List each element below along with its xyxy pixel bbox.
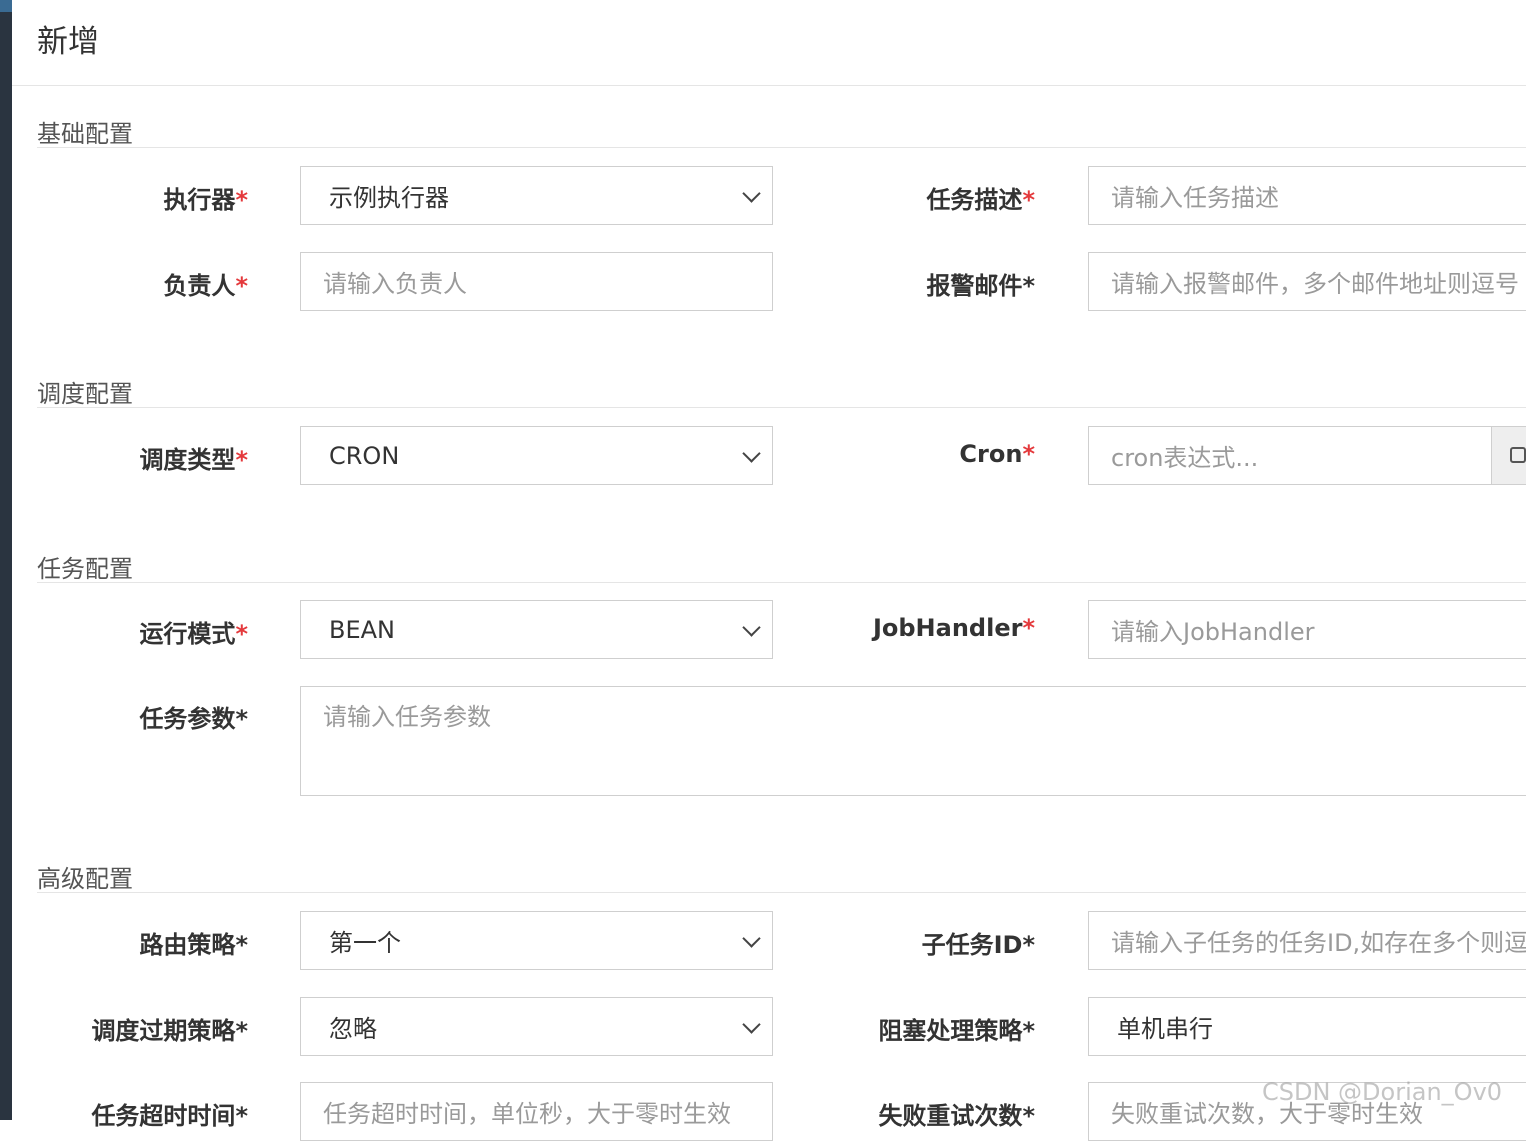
alarm-email-label: 报警邮件*	[926, 272, 1035, 300]
timeout-input[interactable]: 任务超时时间，单位秒，大于零时生效	[300, 1082, 773, 1141]
author-input[interactable]: 请输入负责人	[300, 252, 773, 311]
alarm-email-input[interactable]: 请输入报警邮件，多个邮件地址则逗号	[1088, 252, 1526, 311]
block-strategy-label: 阻塞处理策略*	[878, 1017, 1035, 1045]
job-handler-label: JobHandler*	[872, 614, 1035, 642]
section-basic-divider	[37, 147, 1526, 148]
section-task-title: 任务配置	[37, 555, 133, 583]
section-basic-title: 基础配置	[37, 120, 133, 148]
chevron-down-icon	[742, 928, 761, 948]
cron-input[interactable]: cron表达式...	[1088, 426, 1492, 485]
job-handler-input[interactable]: 请输入JobHandler	[1088, 600, 1526, 659]
job-desc-input[interactable]: 请输入任务描述	[1088, 166, 1526, 225]
job-param-textarea[interactable]: 请输入任务参数	[300, 686, 1526, 796]
add-job-dialog: 新增 基础配置 执行器* 示例执行器 任务描述* 请输入任务描述 负责人* 请输…	[12, 0, 1526, 1141]
glue-type-label: 运行模式*	[139, 620, 248, 648]
fail-retry-label: 失败重试次数*	[878, 1102, 1035, 1130]
chevron-down-icon	[742, 443, 761, 463]
glue-type-select[interactable]: BEAN	[300, 600, 773, 659]
child-job-id-input[interactable]: 请输入子任务的任务ID,如存在多个则逗	[1088, 911, 1526, 970]
author-label: 负责人*	[163, 272, 248, 300]
section-advanced-title: 高级配置	[37, 865, 133, 893]
section-advanced-divider	[37, 892, 1526, 893]
chevron-down-icon	[742, 1014, 761, 1034]
schedule-type-label: 调度类型*	[139, 446, 248, 474]
timeout-label: 任务超时时间*	[91, 1102, 248, 1130]
cron-label: Cron*	[959, 440, 1035, 468]
section-task-divider	[37, 582, 1526, 583]
sidebar-accent	[0, 0, 12, 12]
header-divider	[12, 85, 1526, 86]
section-schedule-title: 调度配置	[37, 380, 133, 408]
child-job-id-label: 子任务ID*	[921, 931, 1035, 959]
cron-generator-button[interactable]	[1491, 426, 1526, 485]
misfire-strategy-label: 调度过期策略*	[91, 1017, 248, 1045]
block-strategy-select[interactable]: 单机串行	[1088, 997, 1526, 1056]
executor-label: 执行器*	[163, 186, 248, 214]
section-schedule-divider	[37, 407, 1526, 408]
executor-select[interactable]: 示例执行器	[300, 166, 773, 225]
chevron-down-icon	[742, 617, 761, 637]
background-sidebar-edge	[0, 0, 12, 1120]
misfire-strategy-select[interactable]: 忽略	[300, 997, 773, 1056]
edit-icon	[1510, 447, 1526, 463]
job-param-label: 任务参数*	[139, 705, 248, 733]
watermark: CSDN @Dorian_Ov0	[1262, 1078, 1503, 1106]
chevron-down-icon	[742, 183, 761, 203]
schedule-type-select[interactable]: CRON	[300, 426, 773, 485]
route-strategy-select[interactable]: 第一个	[300, 911, 773, 970]
route-strategy-label: 路由策略*	[139, 931, 248, 959]
dialog-title: 新增	[37, 24, 99, 60]
job-desc-label: 任务描述*	[926, 186, 1035, 214]
